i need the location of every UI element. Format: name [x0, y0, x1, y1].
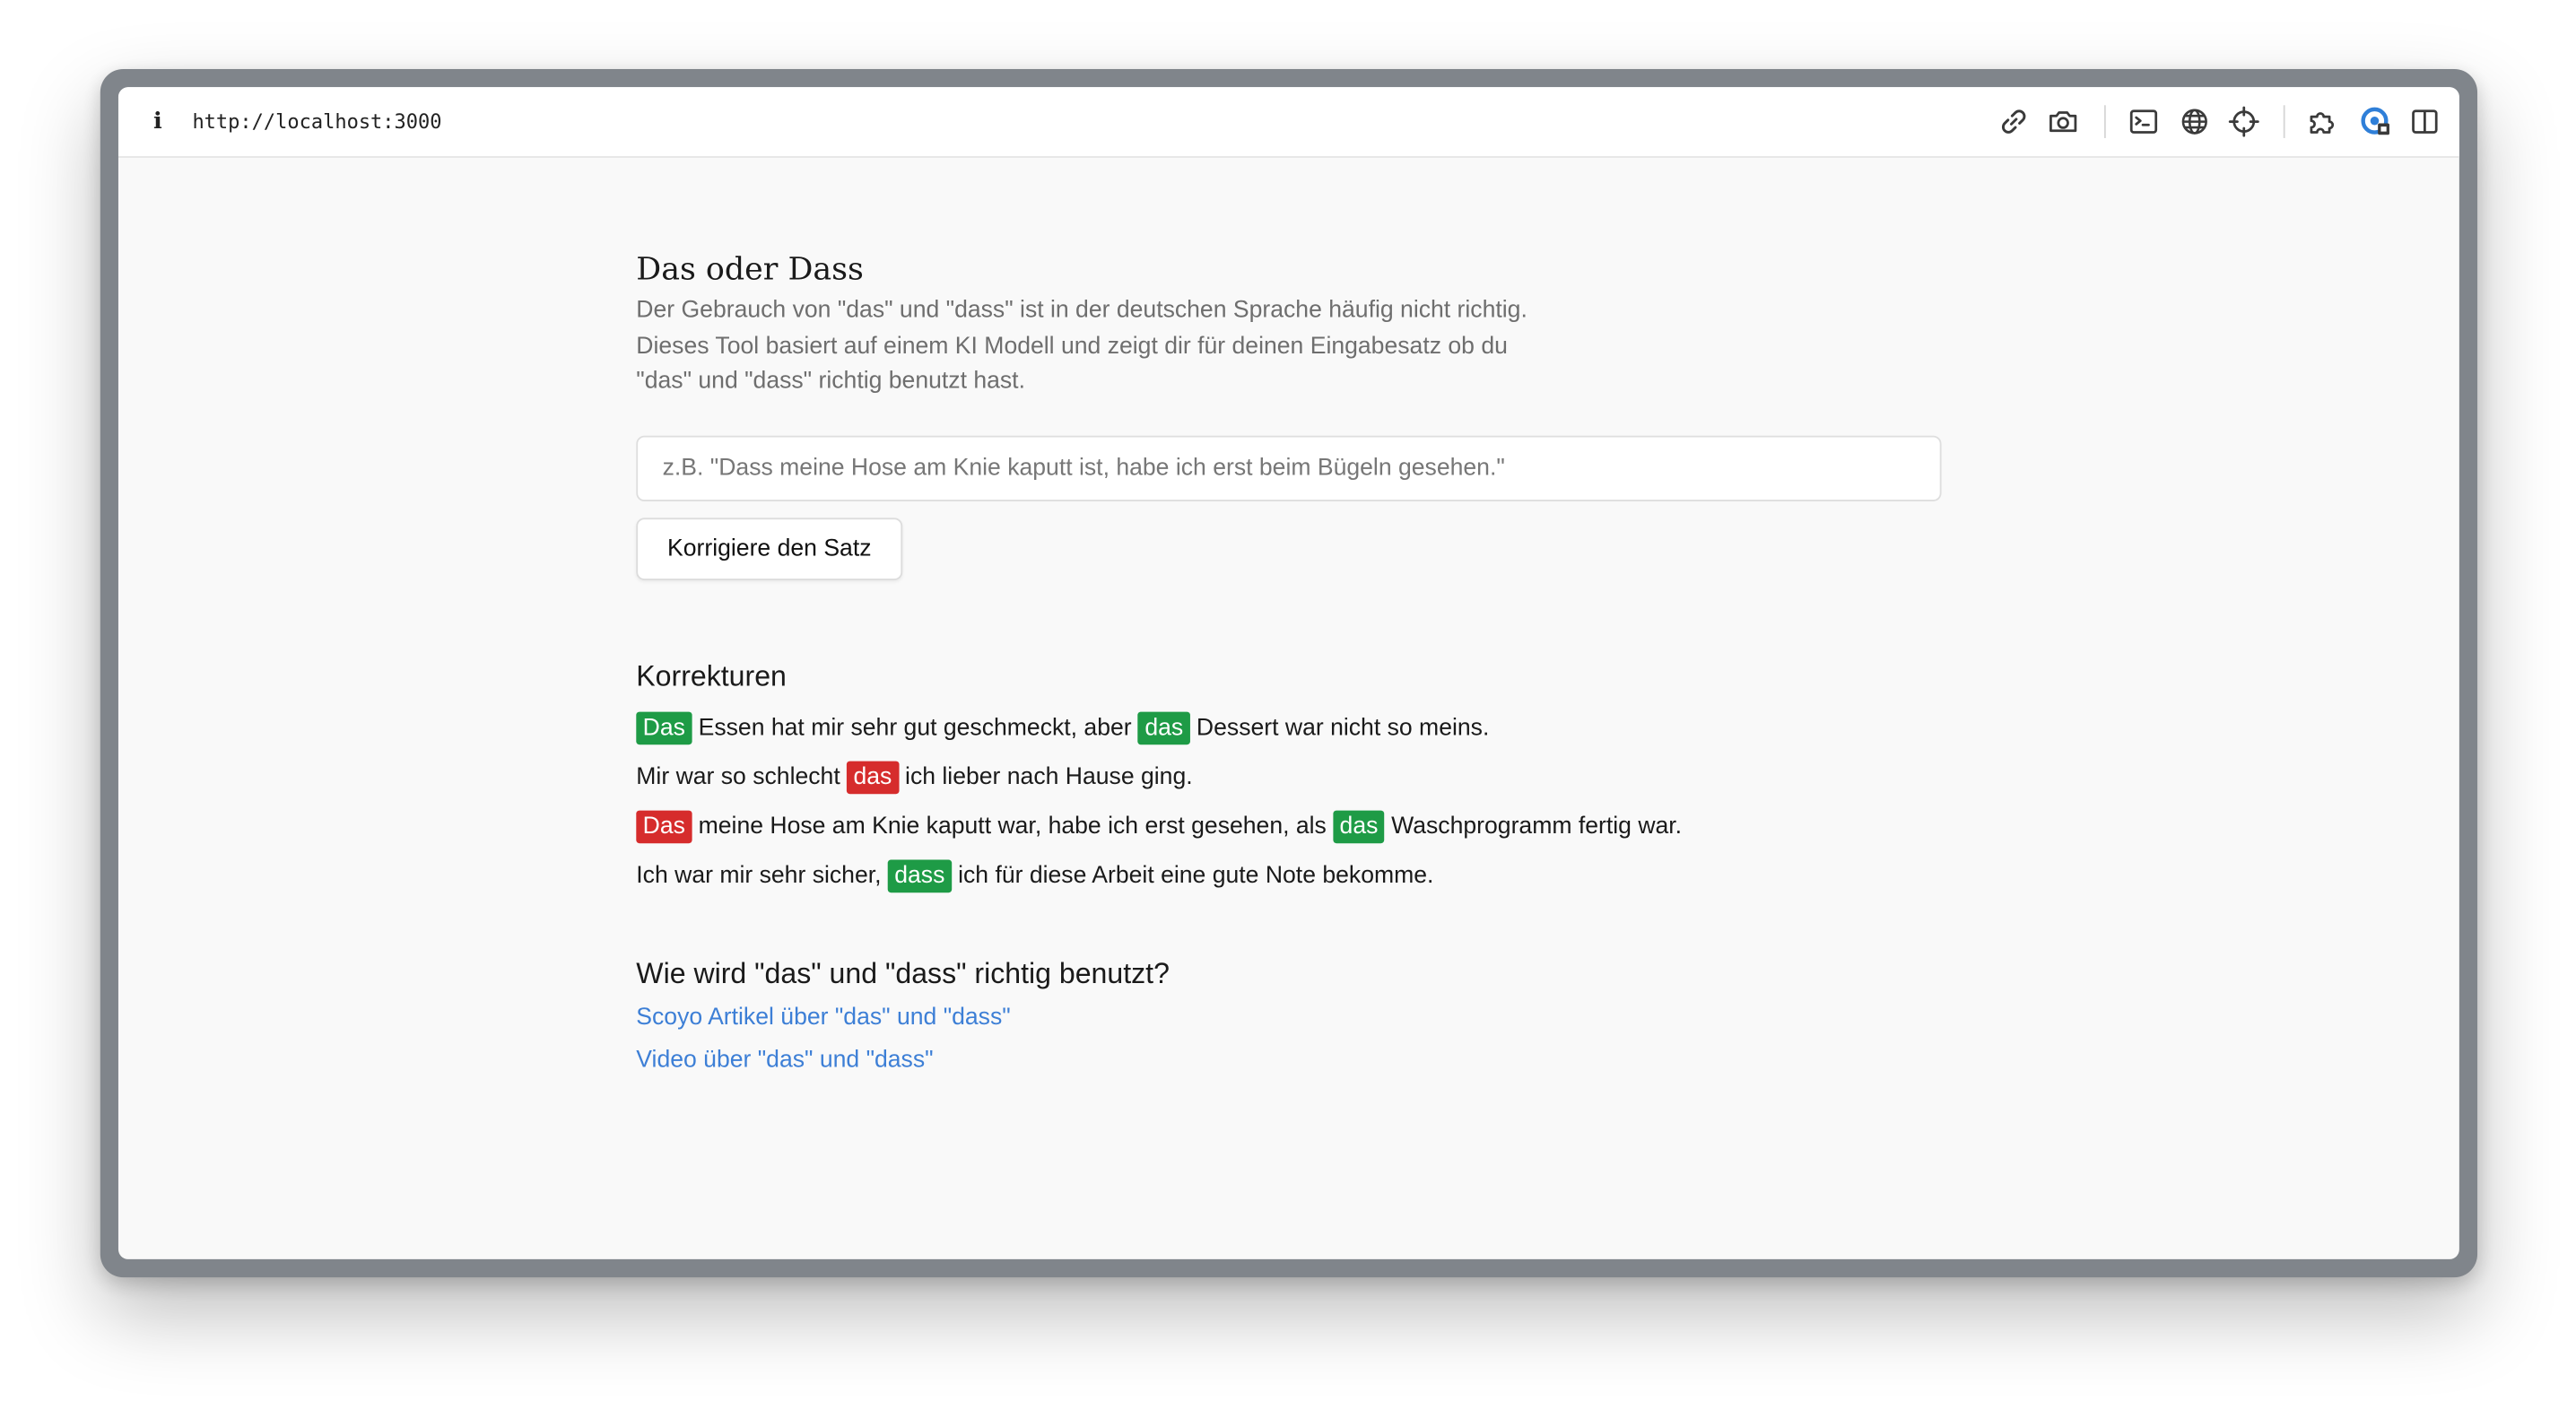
sentence-input[interactable] — [636, 435, 1942, 502]
help-heading: Wie wird "das" und "dass" richtig benutz… — [636, 956, 1170, 990]
correct-word-chip: das — [1333, 810, 1385, 844]
sentence-text: Waschprogramm fertig war. — [1384, 814, 1683, 840]
toolbar-divider — [2103, 105, 2106, 138]
incorrect-word-chip: das — [847, 761, 899, 795]
correction-line: Das meine Hose am Knie kaputt war, habe … — [636, 809, 1682, 845]
description-line: "das" und "dass" richtig benutzt hast. — [636, 368, 1025, 395]
scoyo-article-link[interactable]: Scoyo Artikel über "das" und "dass" — [636, 1001, 1010, 1034]
extensions-icon[interactable] — [2306, 105, 2339, 138]
crosshair-icon[interactable] — [2227, 105, 2260, 138]
globe-icon[interactable] — [2178, 105, 2211, 138]
sentence-text: Mir war so schlecht — [636, 764, 848, 791]
screenshot-stage: i http://localhost:3000 Das oder Dass De… — [0, 0, 2576, 1409]
sentence-text: Essen hat mir sehr gut geschmeckt, aber — [692, 715, 1139, 742]
address-bar[interactable]: http://localhost:3000 — [192, 109, 441, 135]
description-line: Dieses Tool basiert auf einem KI Modell … — [636, 333, 1508, 360]
sidebar-toggle-icon[interactable] — [2408, 105, 2441, 138]
corrections-heading: Korrekturen — [636, 658, 787, 692]
page-description: Der Gebrauch von "das" und "dass" ist in… — [636, 294, 1589, 400]
correct-word-chip: Das — [636, 711, 692, 745]
correct-sentence-button[interactable]: Korrigiere den Satz — [636, 518, 903, 580]
description-line: Der Gebrauch von "das" und "dass" ist in… — [636, 297, 1527, 325]
correction-line: Ich war mir sehr sicher, dass ich für di… — [636, 858, 1433, 894]
link-icon[interactable] — [1997, 105, 2031, 138]
browser-window: i http://localhost:3000 Das oder Dass De… — [117, 87, 2459, 1259]
camera-icon[interactable] — [2047, 105, 2080, 138]
sentence-text: meine Hose am Knie kaputt war, habe ich … — [692, 814, 1334, 840]
toolbar-divider — [2283, 105, 2285, 138]
correct-word-chip: das — [1138, 711, 1190, 745]
sentence-text: ich für diese Arbeit eine gute Note beko… — [951, 863, 1434, 890]
profile-icon[interactable] — [2359, 105, 2392, 138]
terminal-icon[interactable] — [2128, 105, 2161, 138]
page-title: Das oder Dass — [636, 251, 864, 288]
sentence-text: Dessert war nicht so meins. — [1189, 715, 1490, 742]
sentence-text: ich lieber nach Hause ging. — [898, 764, 1193, 791]
correction-line: Das Essen hat mir sehr gut geschmeckt, a… — [636, 710, 1489, 746]
video-link[interactable]: Video über "das" und "dass" — [636, 1044, 933, 1077]
browser-toolbar: i http://localhost:3000 — [117, 87, 2459, 158]
correction-line: Mir war so schlecht das ich lieber nach … — [636, 760, 1193, 796]
correct-word-chip: dass — [887, 859, 952, 893]
site-info-icon[interactable]: i — [148, 107, 168, 136]
incorrect-word-chip: Das — [636, 810, 692, 844]
sentence-text: Ich war mir sehr sicher, — [636, 863, 888, 890]
